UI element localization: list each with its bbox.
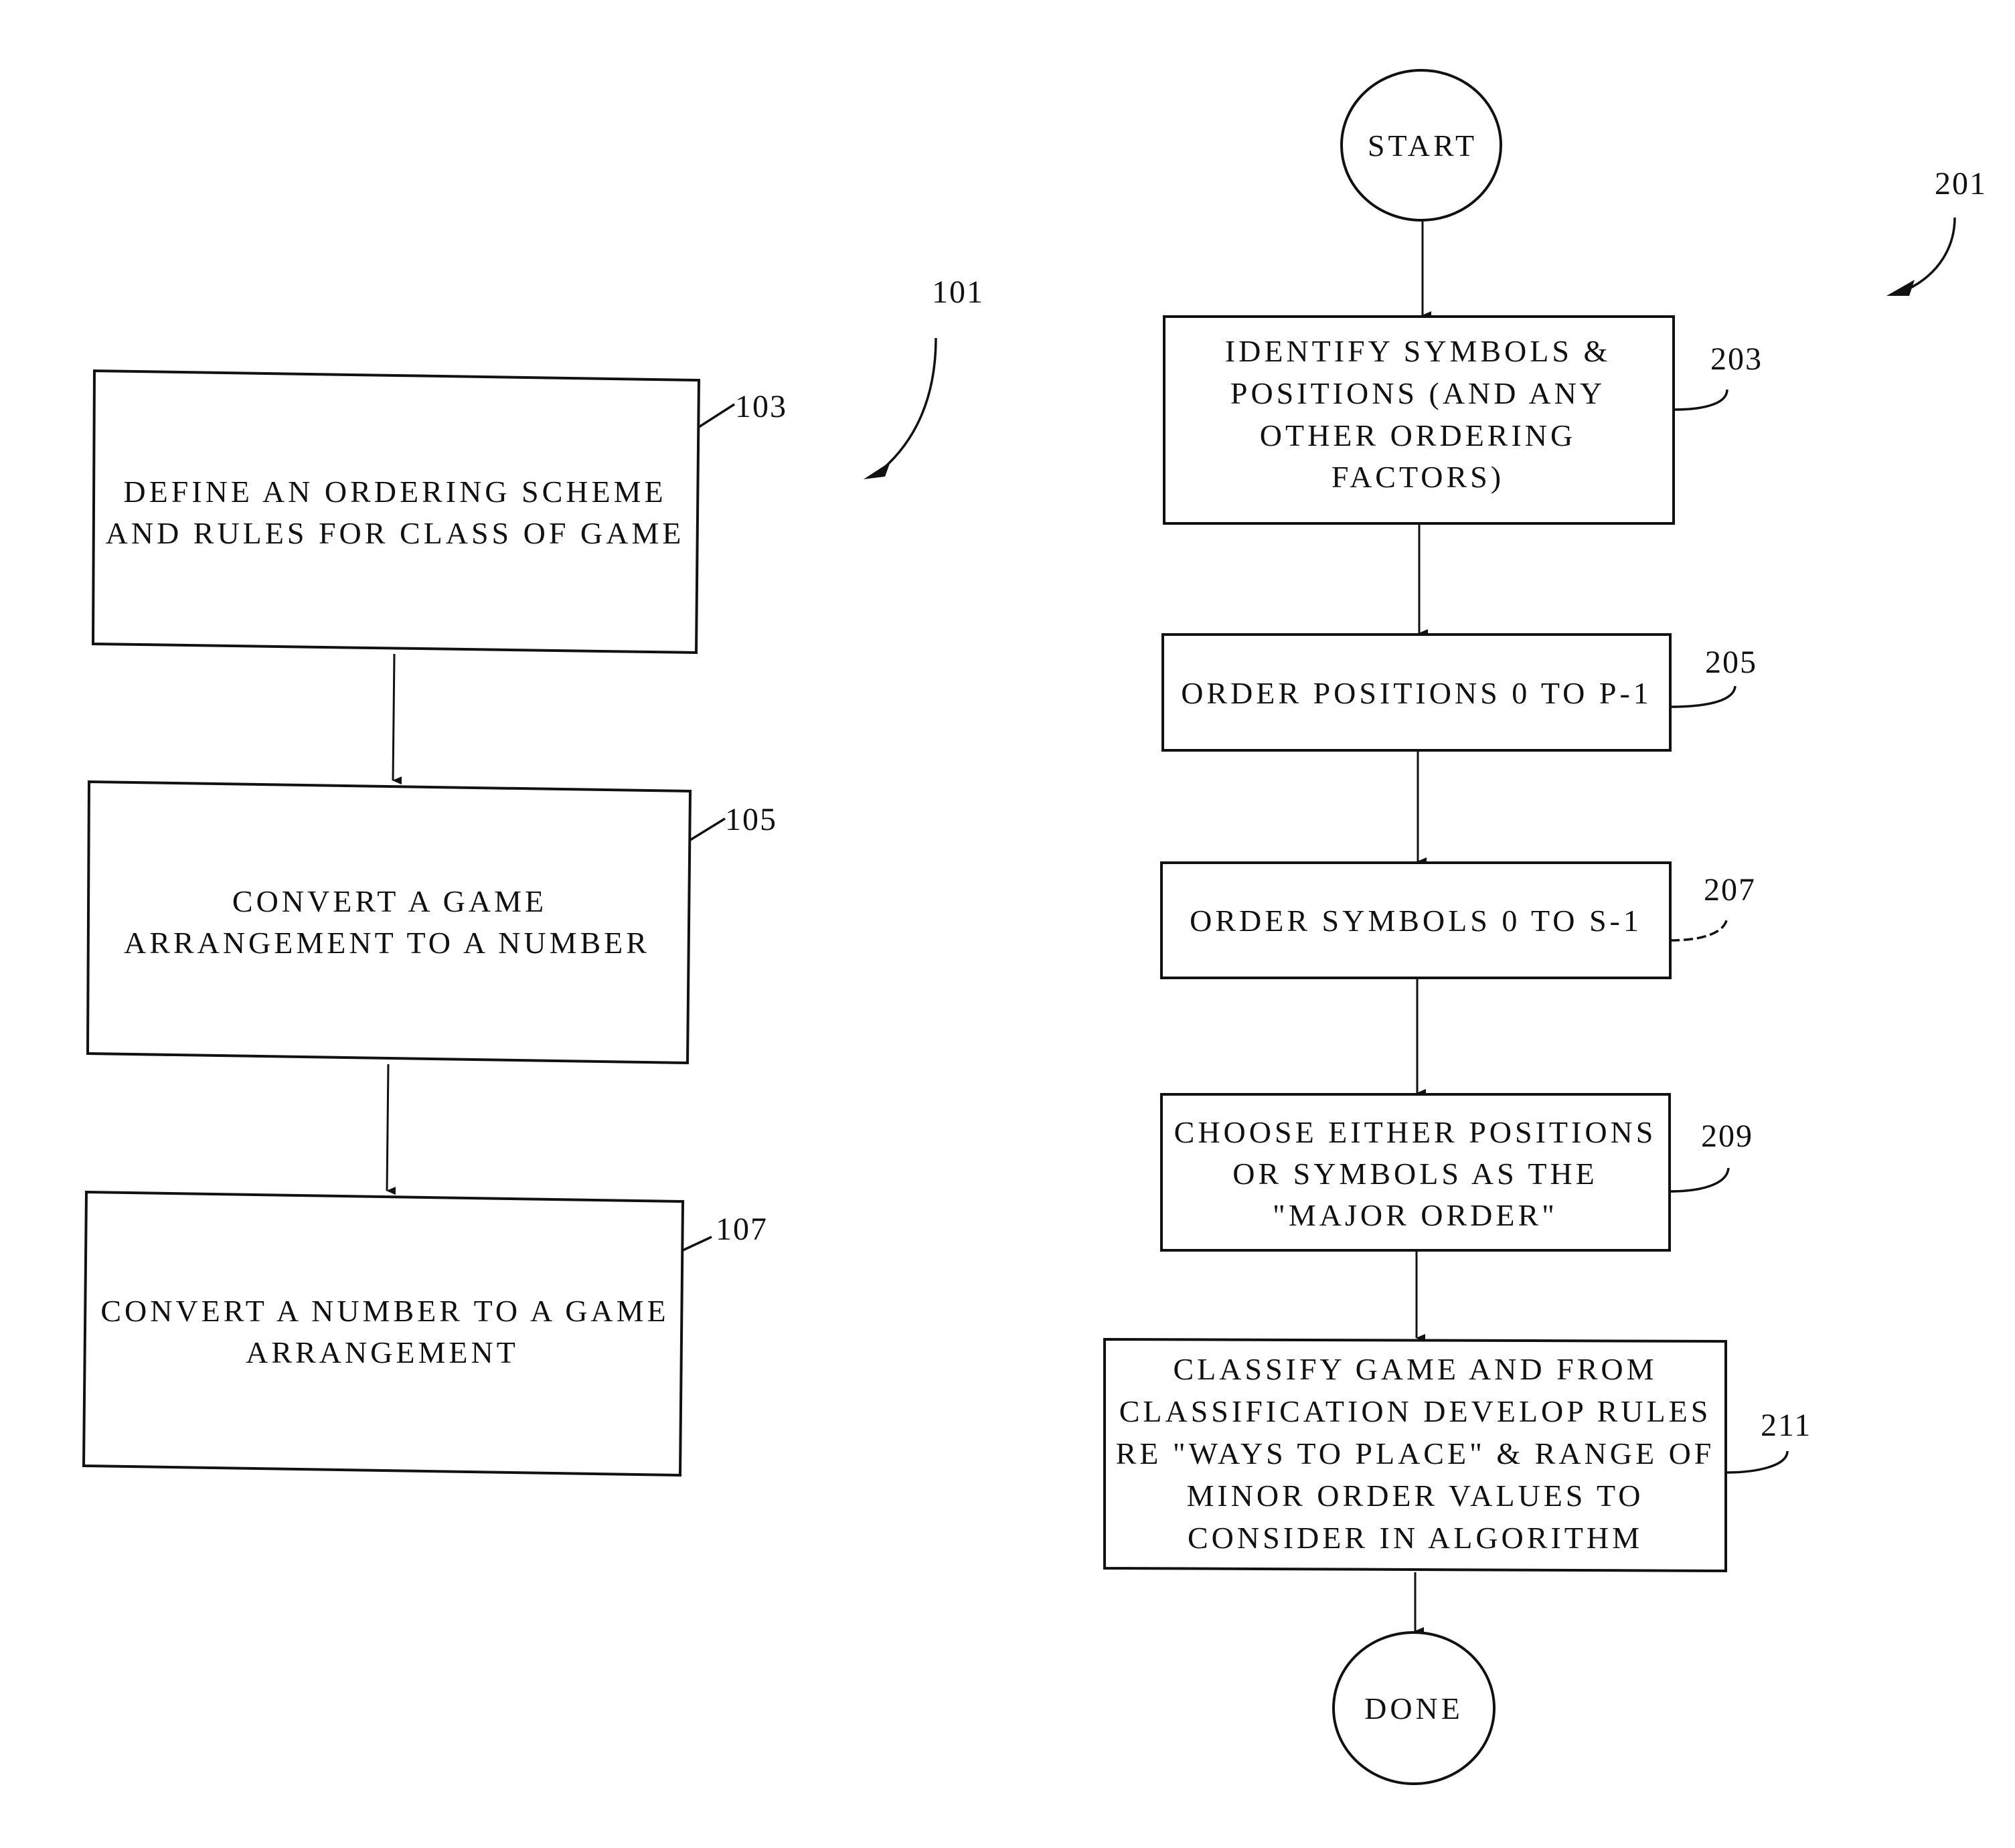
step-205-line-1: ORDER POSITIONS 0 TO P-1 (1181, 676, 1652, 710)
ref-label-207: 207 (1704, 872, 1756, 908)
step-211-line-5: CONSIDER IN ALGORITHM (1188, 1521, 1643, 1555)
done-label: DONE (1364, 1691, 1463, 1726)
arrowhead-icon (1886, 280, 1915, 296)
figure-ref-201: 201 (1935, 166, 1987, 201)
step-207: ORDER SYMBOLS 0 TO S-1 207 (1160, 861, 1756, 979)
ref-label-205: 205 (1705, 645, 1757, 680)
ref-leader-105 (690, 817, 726, 841)
flowchart-201: 201 START IDENTIFY SYMBOLS & POSITIONS (… (1103, 69, 1987, 1785)
step-209: CHOOSE EITHER POSITIONS OR SYMBOLS AS TH… (1160, 1093, 1753, 1252)
step-203-line-4: FACTORS) (1332, 460, 1504, 494)
ref-leader-203 (1673, 389, 1728, 411)
ref-leader-209 (1669, 1167, 1730, 1193)
arrowhead-icon (864, 462, 890, 479)
step-205: ORDER POSITIONS 0 TO P-1 205 (1161, 633, 1757, 752)
step-207-line-1: ORDER SYMBOLS 0 TO S-1 (1190, 904, 1642, 938)
step-211-line-1: CLASSIFY GAME AND FROM (1173, 1352, 1657, 1386)
step-103-line-2: AND RULES FOR CLASS OF GAME (106, 516, 685, 550)
ref-label-211: 211 (1761, 1408, 1811, 1443)
ref-label-107: 107 (716, 1211, 768, 1247)
step-105-line-2: ARRANGEMENT TO A NUMBER (124, 926, 650, 960)
ref-label-103: 103 (735, 389, 787, 424)
step-211-line-4: MINOR ORDER VALUES TO (1186, 1479, 1643, 1513)
step-211: CLASSIFY GAME AND FROM CLASSIFICATION DE… (1103, 1337, 1811, 1573)
ref-leader-205 (1670, 685, 1737, 708)
ref-label-203: 203 (1710, 341, 1763, 377)
step-203-line-2: POSITIONS (AND ANY (1230, 376, 1605, 410)
connector-105-107 (386, 1064, 396, 1195)
step-box (82, 1190, 685, 1477)
step-209-line-3: "MAJOR ORDER" (1273, 1198, 1558, 1232)
step-103-line-1: DEFINE AN ORDERING SCHEME (123, 475, 666, 509)
figure-201-pointer-arrow (1907, 217, 1956, 290)
ref-label-209: 209 (1701, 1118, 1753, 1154)
flowchart-101: 101 DEFINE AN ORDERING SCHEME AND RULES … (82, 274, 984, 1477)
step-211-line-2: CLASSIFICATION DEVELOP RULES (1119, 1394, 1712, 1428)
connector-103-105 (392, 653, 402, 785)
patent-flowchart-figure: 101 DEFINE AN ORDERING SCHEME AND RULES … (82, 69, 1987, 1785)
step-105-line-1: CONVERT A GAME (232, 884, 547, 918)
step-203-line-1: IDENTIFY SYMBOLS & (1225, 334, 1611, 368)
done-terminal: DONE (1332, 1631, 1496, 1785)
step-107-line-2: ARRANGEMENT (246, 1335, 519, 1369)
ref-label-105: 105 (725, 802, 777, 837)
step-box (91, 369, 701, 655)
figure-101-pointer-arrow (876, 337, 937, 475)
figure-ref-101: 101 (932, 274, 984, 310)
step-box (86, 780, 692, 1065)
step-103: DEFINE AN ORDERING SCHEME AND RULES FOR … (91, 369, 787, 655)
step-209-line-1: CHOOSE EITHER POSITIONS (1174, 1115, 1657, 1149)
ref-leader-207 (1670, 916, 1728, 942)
step-209-line-2: OR SYMBOLS AS THE (1232, 1157, 1598, 1191)
ref-leader-107 (682, 1236, 712, 1252)
step-105: CONVERT A GAME ARRANGEMENT TO A NUMBER 1… (86, 780, 777, 1065)
ref-leader-211 (1725, 1450, 1789, 1474)
start-label: START (1368, 129, 1477, 163)
step-107-line-1: CONVERT A NUMBER TO A GAME (100, 1294, 669, 1328)
step-203-line-3: OTHER ORDERING (1260, 418, 1576, 452)
step-211-line-3: RE "WAYS TO PLACE" & RANGE OF (1116, 1436, 1715, 1471)
step-107: CONVERT A NUMBER TO A GAME ARRANGEMENT 1… (82, 1190, 768, 1477)
step-203: IDENTIFY SYMBOLS & POSITIONS (AND ANY OT… (1163, 315, 1763, 525)
ref-leader-103 (698, 403, 735, 428)
start-terminal: START (1340, 69, 1502, 222)
